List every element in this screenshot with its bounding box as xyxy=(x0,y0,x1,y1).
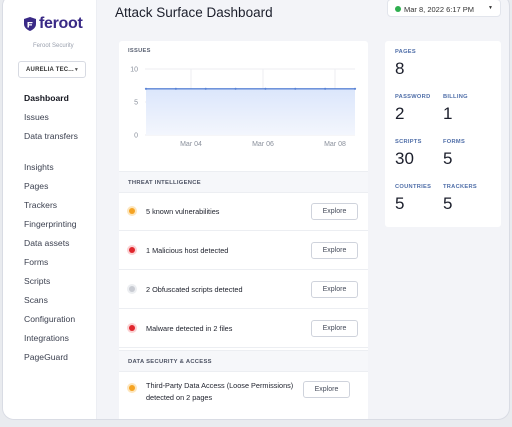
stat-password[interactable]: PASSWORD 2 xyxy=(395,94,430,124)
sidebar: feroot Feroot Security AURELIA TEC... ▼ … xyxy=(3,0,97,419)
data-point xyxy=(144,87,148,90)
stat-value: 30 xyxy=(395,149,414,168)
sidebar-item-insights[interactable]: Insights xyxy=(24,162,78,181)
stat-label: COUNTRIES xyxy=(395,184,432,190)
list-item: 2 Obfuscated scripts detected Explore xyxy=(119,271,368,309)
sidebar-nav: Dashboard Issues Data transfers Insights… xyxy=(24,93,78,371)
data-point xyxy=(204,87,207,90)
date-range-picker[interactable]: Mar 8, 2022 6:17 PM ▼ xyxy=(387,0,501,17)
stat-pages[interactable]: PAGES 8 xyxy=(395,49,416,79)
sidebar-item-data-transfers[interactable]: Data transfers xyxy=(24,131,78,162)
stat-scripts[interactable]: SCRIPTS 30 xyxy=(395,139,422,169)
explore-button[interactable]: Explore xyxy=(311,242,358,259)
sidebar-item-scripts[interactable]: Scripts xyxy=(24,276,78,295)
chevron-down-icon: ▼ xyxy=(73,67,79,73)
stat-value: 2 xyxy=(395,104,405,123)
sidebar-item-forms[interactable]: Forms xyxy=(24,257,78,276)
sidebar-item-integrations[interactable]: Integrations xyxy=(24,333,78,352)
info-dot-icon xyxy=(129,286,135,292)
issues-chart: 10 5 0 Mar 04 Mar 06 Mar 08 xyxy=(128,67,357,185)
list-item: Malware detected in 2 files Explore xyxy=(119,310,368,348)
stat-label: BILLING xyxy=(443,94,468,100)
sidebar-item-trackers[interactable]: Trackers xyxy=(24,200,78,219)
stat-countries[interactable]: COUNTRIES 5 xyxy=(395,184,431,214)
y-tick-label: 5 xyxy=(134,100,138,107)
data-point xyxy=(294,87,297,90)
stat-value: 1 xyxy=(443,104,453,123)
stat-label: PAGES xyxy=(395,49,416,55)
sidebar-item-pageguard[interactable]: PageGuard xyxy=(24,352,78,371)
app-window: feroot Feroot Security AURELIA TEC... ▼ … xyxy=(2,0,510,420)
sidebar-item-pages[interactable]: Pages xyxy=(24,181,78,200)
explore-button[interactable]: Explore xyxy=(311,320,358,337)
list-item: 5 known vulnerabilities Explore xyxy=(119,193,368,231)
issues-card: ISSUES 10 5 0 Mar 04 Mar 06 Mar 08 THREAT INT… xyxy=(119,41,368,419)
stat-value: 5 xyxy=(395,194,405,213)
threat-text: 5 known vulnerabilities xyxy=(146,207,220,216)
warning-dot-icon xyxy=(129,385,135,391)
threat-text: 1 Malicious host detected xyxy=(146,246,229,255)
chart-area xyxy=(144,87,357,135)
organization-select-value: AURELIA TEC... xyxy=(26,67,74,73)
stat-value: 5 xyxy=(443,194,453,213)
sidebar-item-data-assets[interactable]: Data assets xyxy=(24,238,78,257)
stat-billing[interactable]: BILLING 1 xyxy=(443,94,468,124)
organization-select[interactable]: AURELIA TEC... ▼ xyxy=(18,61,86,78)
shield-logo-icon xyxy=(24,17,36,31)
stat-trackers[interactable]: TRACKERS 5 xyxy=(443,184,477,214)
critical-dot-icon xyxy=(129,325,135,331)
data-point xyxy=(234,87,237,90)
threat-text: Malware detected in 2 files xyxy=(146,324,233,333)
x-tick-label: Mar 06 xyxy=(252,141,274,148)
data-point xyxy=(353,87,357,90)
date-value: Mar 8, 2022 6:17 PM xyxy=(404,5,475,14)
status-dot-icon xyxy=(395,6,401,12)
issues-label: ISSUES xyxy=(128,48,151,54)
sidebar-item-configuration[interactable]: Configuration xyxy=(24,314,78,333)
stat-label: FORMS xyxy=(443,139,466,145)
threat-text: 2 Obfuscated scripts detected xyxy=(146,285,243,294)
stat-value: 8 xyxy=(395,59,405,78)
threat-intelligence-heading: THREAT INTELLIGENCE xyxy=(119,171,368,193)
list-item: Third-Party Data Access (Loose Permissio… xyxy=(119,372,368,412)
data-security-text: Third-Party Data Access (Loose Permissio… xyxy=(146,381,294,402)
sidebar-item-scans[interactable]: Scans xyxy=(24,295,78,314)
stats-card: PAGES 8 PASSWORD 2 BILLING 1 SCRIPTS 30 … xyxy=(385,41,501,227)
warning-dot-icon xyxy=(129,208,135,214)
brand-subtitle: Feroot Security xyxy=(33,43,74,49)
stat-label: SCRIPTS xyxy=(395,139,422,145)
list-item: 1 Malicious host detected Explore xyxy=(119,232,368,270)
stat-forms[interactable]: FORMS 5 xyxy=(443,139,465,169)
x-tick-label: Mar 08 xyxy=(324,141,346,148)
stat-label: TRACKERS xyxy=(443,184,477,190)
data-point xyxy=(174,87,177,90)
explore-button[interactable]: Explore xyxy=(303,381,350,398)
chevron-down-icon: ▼ xyxy=(488,5,493,11)
x-tick-label: Mar 04 xyxy=(180,141,202,148)
sidebar-item-issues[interactable]: Issues xyxy=(24,112,78,131)
stat-label: PASSWORD xyxy=(395,94,431,100)
data-security-heading: DATA SECURITY & ACCESS xyxy=(119,350,368,372)
data-point xyxy=(264,87,267,90)
y-tick-label: 0 xyxy=(134,133,138,140)
sidebar-item-dashboard[interactable]: Dashboard xyxy=(24,93,78,112)
data-point xyxy=(324,87,327,90)
explore-button[interactable]: Explore xyxy=(311,281,358,298)
sidebar-item-fingerprinting[interactable]: Fingerprinting xyxy=(24,219,78,238)
stat-value: 5 xyxy=(443,149,453,168)
y-tick-label: 10 xyxy=(130,67,138,74)
explore-button[interactable]: Explore xyxy=(311,203,358,220)
issues-area xyxy=(146,88,355,135)
critical-dot-icon xyxy=(129,247,135,253)
brand-name: feroot xyxy=(39,15,83,32)
page-title: Attack Surface Dashboard xyxy=(115,5,273,20)
logo[interactable]: feroot xyxy=(24,15,83,33)
